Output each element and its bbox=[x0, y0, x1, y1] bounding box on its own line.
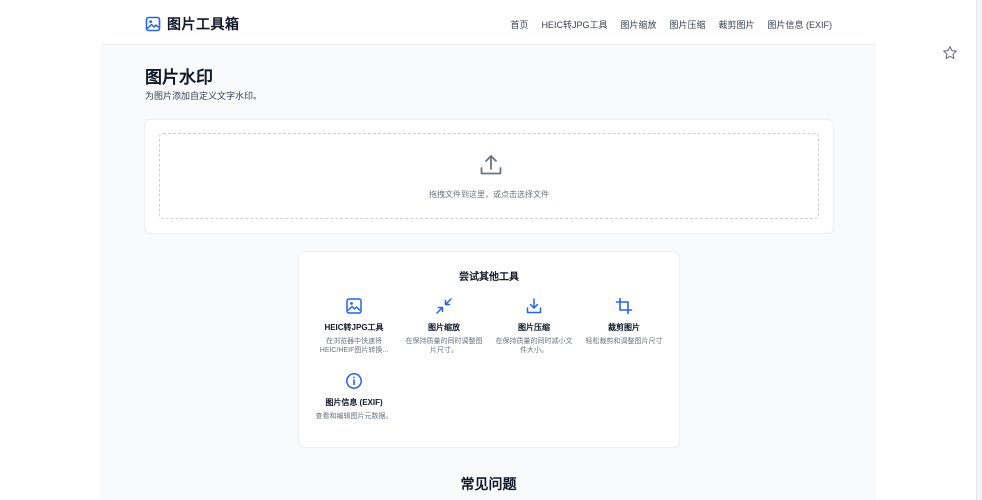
page-container: 图片工具箱 首页 HEIC转JPG工具 图片缩放 图片压缩 裁剪图片 图片信息 … bbox=[101, 0, 876, 500]
tool-name: HEIC转JPG工具 bbox=[324, 323, 384, 332]
resize-icon bbox=[436, 298, 452, 314]
brand-logo[interactable]: 图片工具箱 bbox=[145, 14, 240, 34]
tool-name: 裁剪图片 bbox=[608, 323, 640, 332]
compress-icon bbox=[526, 298, 542, 314]
upload-icon bbox=[480, 155, 502, 175]
other-tools-title: 尝试其他工具 bbox=[459, 272, 519, 283]
tool-description: 在浏览器中快速将HEIC/HEIF图片转换... bbox=[319, 338, 389, 354]
tool-card-crop-image[interactable]: 裁剪图片 轻松裁剪和调整图片尺寸 bbox=[583, 297, 665, 346]
nav-crop-image[interactable]: 裁剪图片 bbox=[718, 18, 754, 31]
tool-card-image-exif[interactable]: 图片信息 (EXIF) 查看和编辑图片元数据。 bbox=[313, 372, 395, 421]
file-dropzone[interactable]: 拖拽文件到这里，或点击选择文件 bbox=[159, 133, 819, 219]
star-icon[interactable] bbox=[942, 45, 958, 61]
nav-heic-to-jpg[interactable]: HEIC转JPG工具 bbox=[541, 18, 607, 31]
brand-name: 图片工具箱 bbox=[167, 16, 240, 32]
image-icon bbox=[145, 16, 161, 32]
nav-image-resize[interactable]: 图片缩放 bbox=[620, 18, 656, 31]
crop-icon bbox=[615, 297, 633, 315]
window-edge bbox=[976, 0, 982, 500]
tool-card-image-resize[interactable]: 图片缩放 在保持质量的同时调整图片尺寸。 bbox=[403, 297, 485, 355]
page-subtitle: 为图片添加自定义文字水印。 bbox=[145, 91, 263, 101]
tool-description: 查看和编辑图片元数据。 bbox=[315, 413, 393, 420]
tool-card-heic-to-jpg[interactable]: HEIC转JPG工具 在浏览器中快速将HEIC/HEIF图片转换... bbox=[313, 297, 395, 355]
tool-name: 图片压缩 bbox=[518, 323, 550, 332]
nav-home[interactable]: 首页 bbox=[510, 18, 528, 31]
faq-heading: 常见问题 bbox=[460, 476, 517, 492]
nav-image-exif[interactable]: 图片信息 (EXIF) bbox=[768, 18, 833, 31]
heic-image-icon bbox=[346, 298, 362, 314]
tool-name: 图片信息 (EXIF) bbox=[325, 398, 383, 407]
tool-description: 在保持质量的同时减小文件大小。 bbox=[495, 338, 573, 354]
other-tools-card: 尝试其他工具 HEIC转JPG工具 在浏览器中快速将HEIC/HEIF图片转换.… bbox=[298, 251, 680, 448]
nav-image-compress[interactable]: 图片压缩 bbox=[669, 18, 705, 31]
info-icon bbox=[346, 373, 362, 389]
upload-card: 拖拽文件到这里，或点击选择文件 bbox=[144, 119, 834, 234]
dropzone-text: 拖拽文件到这里，或点击选择文件 bbox=[429, 190, 549, 199]
tool-name: 图片缩放 bbox=[428, 323, 460, 332]
page-title: 图片水印 bbox=[145, 68, 213, 87]
main-nav: 首页 HEIC转JPG工具 图片缩放 图片压缩 裁剪图片 图片信息 (EXIF) bbox=[510, 18, 832, 31]
top-navbar: 图片工具箱 首页 HEIC转JPG工具 图片缩放 图片压缩 裁剪图片 图片信息 … bbox=[101, 0, 876, 45]
tool-card-image-compress[interactable]: 图片压缩 在保持质量的同时减小文件大小。 bbox=[493, 297, 575, 355]
tool-description: 轻松裁剪和调整图片尺寸 bbox=[585, 338, 663, 345]
tool-description: 在保持质量的同时调整图片尺寸。 bbox=[405, 338, 483, 354]
